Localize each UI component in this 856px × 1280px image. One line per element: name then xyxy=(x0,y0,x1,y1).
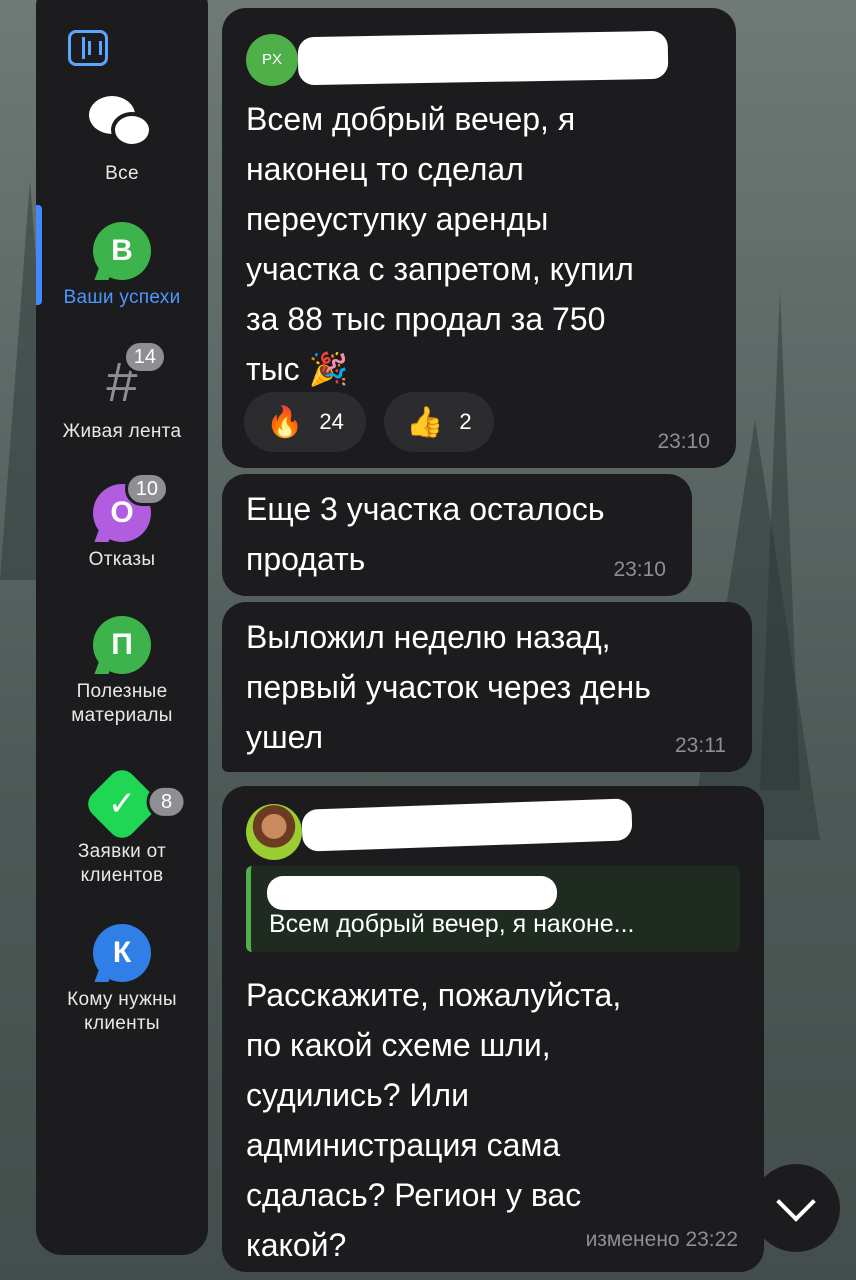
folder-all[interactable]: Все xyxy=(36,96,208,186)
folder-label: Кому нужны клиенты xyxy=(67,989,177,1034)
folder-label: Отказы xyxy=(88,549,156,570)
reaction-count: 2 xyxy=(459,409,472,434)
hashtag-icon: # 14 xyxy=(87,340,167,414)
reaction-thumbs-up[interactable]: 👍 2 xyxy=(384,392,494,452)
reaction-count: 24 xyxy=(319,409,344,434)
fire-icon: 🔥 xyxy=(266,405,304,439)
message-text-line: сдалась? Регион у вас xyxy=(246,1177,582,1213)
avatar[interactable] xyxy=(246,804,302,860)
reply-preview[interactable]: Всем добрый вечер, я наконе... xyxy=(246,866,740,952)
message-text-line: первый участок через день xyxy=(246,669,651,705)
message-text-line: ушел xyxy=(246,719,324,755)
message-time: изменено 23:22 xyxy=(585,1228,738,1251)
folder-who-needs-clients[interactable]: К Кому нужны клиенты xyxy=(36,924,208,1036)
folder-useful-materials[interactable]: П Полезные материалы xyxy=(36,616,208,728)
reply-preview-text: Всем добрый вечер, я наконе... xyxy=(269,910,635,938)
message-text-line: судились? Или xyxy=(246,1077,469,1113)
message-time: 23:11 xyxy=(675,734,726,757)
verified-check-icon: ✓ 8 xyxy=(82,764,187,844)
sidebar-toggle-icon[interactable] xyxy=(68,30,108,66)
message-text-line: Еще 3 участка осталось xyxy=(246,491,605,527)
folder-letter-icon: О 10 xyxy=(93,472,169,542)
folder-label: Заявки от клиентов xyxy=(77,841,167,886)
redacted-sender-name xyxy=(297,30,669,86)
message-text-line: по какой схеме шли, xyxy=(246,1027,551,1063)
message-text-line: Расскажите, пожалуйста, xyxy=(246,977,622,1013)
message-text-line: переуступку аренды xyxy=(246,201,549,237)
chevron-down-icon xyxy=(776,1182,816,1222)
unread-badge: 10 xyxy=(124,472,169,506)
message-text-line: продать xyxy=(246,541,366,577)
folder-live-feed[interactable]: # 14 Живая лента xyxy=(36,340,208,444)
message-text-line: за 88 тыс продал за 750 xyxy=(246,301,606,337)
folder-client-requests[interactable]: ✓ 8 Заявки от клиентов xyxy=(36,764,208,888)
message-text-line: какой? xyxy=(246,1227,347,1263)
unread-badge: 14 xyxy=(122,340,167,374)
folder-label: Все xyxy=(105,163,139,184)
unread-badge: 8 xyxy=(146,784,187,819)
message-text-line: Всем добрый вечер, я xyxy=(246,101,576,137)
redacted-sender-name xyxy=(301,798,633,852)
chat-bubbles-icon xyxy=(87,96,157,158)
scroll-down-button[interactable] xyxy=(752,1164,840,1252)
message-text-line: администрация сама xyxy=(246,1127,561,1163)
folder-your-successes[interactable]: В Ваши успехи xyxy=(36,222,208,310)
message-bubble[interactable]: Выложил неделю назад, первый участок чер… xyxy=(222,602,752,772)
folder-label: Живая лента xyxy=(62,421,182,442)
redacted-reply-author xyxy=(267,876,557,910)
folder-letter-icon: П xyxy=(93,616,151,674)
message-time: 23:10 xyxy=(613,558,666,581)
message-bubble[interactable]: PX Всем добрый вечер, я наконец то сдела… xyxy=(222,8,736,468)
message-text-line: участка с запретом, купил xyxy=(246,251,634,287)
message-text-line: Выложил неделю назад, xyxy=(246,619,611,655)
message-text-line: тыс 🎉 xyxy=(246,351,349,387)
message-bubble[interactable]: Всем добрый вечер, я наконе... Расскажит… xyxy=(222,786,764,1272)
avatar[interactable]: PX xyxy=(246,34,298,86)
reaction-fire[interactable]: 🔥 24 xyxy=(244,392,366,452)
folder-letter-icon: К xyxy=(93,924,151,982)
folder-letter-icon: В xyxy=(93,222,151,280)
message-bubble[interactable]: Еще 3 участка осталось продать 23:10 xyxy=(222,474,692,596)
folder-refusals[interactable]: О 10 Отказы xyxy=(36,472,208,572)
message-text-line: наконец то сделал xyxy=(246,151,524,187)
message-time: 23:10 xyxy=(657,430,710,453)
folder-label: Полезные материалы xyxy=(71,681,173,726)
folder-label: Ваши успехи xyxy=(63,287,181,308)
thumbs-up-icon: 👍 xyxy=(406,405,444,439)
